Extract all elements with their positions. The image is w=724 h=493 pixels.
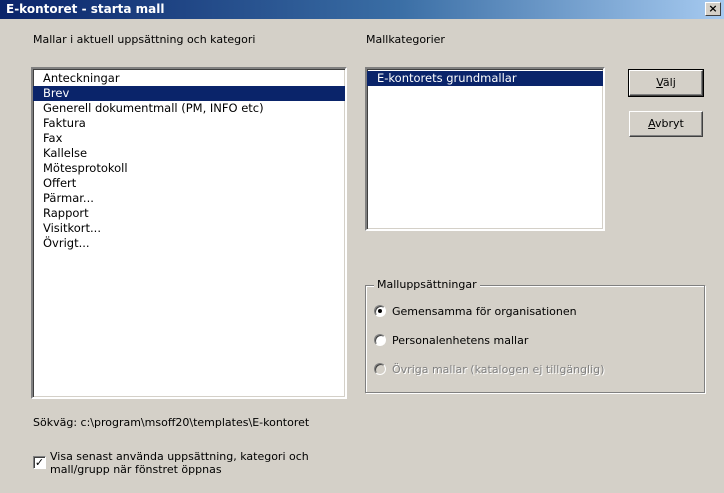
radio-other-templates-indicator bbox=[374, 363, 386, 375]
window-title: E-kontoret - starta mall bbox=[6, 2, 165, 16]
templates-list-item[interactable]: Visitkort... bbox=[33, 221, 345, 236]
templates-list-items: Anteckningar Brev Generell dokumentmall (P… bbox=[33, 71, 345, 251]
templates-list-item[interactable]: Kallelse bbox=[33, 146, 345, 161]
radio-personnel-templates-label: Personalenhetens mallar bbox=[392, 333, 529, 347]
categories-listbox[interactable]: E-kontorets grundmallar bbox=[365, 67, 605, 231]
radio-shared-templates-indicator bbox=[374, 305, 386, 317]
radio-other-templates-label: Övriga mallar (katalogen ej tillgänglig) bbox=[392, 362, 605, 376]
cancel-button[interactable]: Avbryt bbox=[629, 111, 703, 137]
categories-list-items: E-kontorets grundmallar bbox=[367, 71, 603, 86]
templates-list-label: Mallar i aktuell uppsättning och kategor… bbox=[33, 33, 256, 46]
template-sets-legend: Malluppsättningar bbox=[374, 278, 480, 291]
templates-list-item[interactable]: Generell dokumentmall (PM, INFO etc) bbox=[33, 101, 345, 116]
remember-checkbox-label-line2[interactable]: mall/grupp när fönstret öppnas bbox=[50, 463, 222, 476]
radio-other-templates: Övriga mallar (katalogen ej tillgänglig) bbox=[374, 361, 604, 377]
dialog-window: E-kontoret - starta mall × Mallar i aktu… bbox=[0, 0, 724, 493]
templates-list-item[interactable]: Anteckningar bbox=[33, 71, 345, 86]
checkmark-icon: ✓ bbox=[34, 456, 45, 469]
templates-list-item[interactable]: Faktura bbox=[33, 116, 345, 131]
template-sets-group: Malluppsättningar Gemensamma för organis… bbox=[365, 278, 705, 393]
templates-list-item[interactable]: Övrigt... bbox=[33, 236, 345, 251]
choose-button-label: älj bbox=[662, 76, 676, 89]
templates-list-item[interactable]: Mötesprotokoll bbox=[33, 161, 345, 176]
radio-shared-templates-label: Gemensamma för organisationen bbox=[392, 304, 577, 318]
close-button[interactable]: × bbox=[705, 2, 721, 16]
template-path: Sökväg: c:\program\msoff20\templates\E-k… bbox=[33, 416, 310, 429]
remember-checkbox-label-line1[interactable]: Visa senast använda uppsättning, kategor… bbox=[50, 450, 309, 463]
templates-list-item[interactable]: Offert bbox=[33, 176, 345, 191]
radio-personnel-templates[interactable]: Personalenhetens mallar bbox=[374, 332, 528, 348]
templates-list-item[interactable]: Fax bbox=[33, 131, 345, 146]
templates-list-item[interactable]: Brev bbox=[33, 86, 345, 101]
choose-button-accelerator: V bbox=[656, 76, 663, 89]
radio-shared-templates[interactable]: Gemensamma för organisationen bbox=[374, 303, 577, 319]
templates-listbox[interactable]: Anteckningar Brev Generell dokumentmall (P… bbox=[31, 67, 347, 399]
categories-list-label: Mallkategorier bbox=[366, 33, 445, 46]
radio-personnel-templates-indicator bbox=[374, 334, 386, 346]
choose-button[interactable]: Välj bbox=[628, 69, 704, 97]
templates-list-item[interactable]: Rapport bbox=[33, 206, 345, 221]
cancel-button-label: vbryt bbox=[655, 117, 684, 130]
cancel-button-accelerator: A bbox=[648, 117, 656, 130]
categories-list-item[interactable]: E-kontorets grundmallar bbox=[367, 71, 603, 86]
templates-list-item[interactable]: Pärmar... bbox=[33, 191, 345, 206]
title-bar: E-kontoret - starta mall × bbox=[0, 0, 724, 19]
close-icon: × bbox=[708, 2, 718, 15]
remember-checkbox[interactable]: ✓ bbox=[33, 456, 46, 469]
